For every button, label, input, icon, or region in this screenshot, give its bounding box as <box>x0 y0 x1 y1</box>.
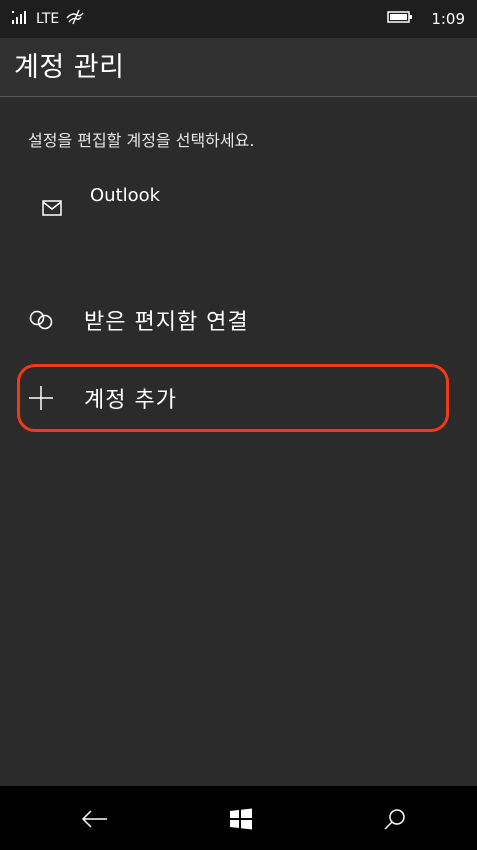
mail-icon <box>42 200 62 216</box>
link-inboxes-label: 받은 편지함 연결 <box>84 310 249 335</box>
start-button[interactable] <box>226 804 256 834</box>
back-icon <box>81 810 107 828</box>
instruction-text: 설정을 편집할 계정을 선택하세요. <box>28 131 255 150</box>
page-title: 계정 관리 <box>14 52 125 83</box>
add-account-button[interactable]: 계정 추가 <box>28 378 448 418</box>
search-icon <box>384 809 405 830</box>
windows-start-icon <box>230 808 252 830</box>
back-button[interactable] <box>80 804 110 834</box>
add-account-label: 계정 추가 <box>84 388 177 413</box>
screen: LTE 1:09 계정 관리 설정을 편집할 계정을 선택하세요. Outloo… <box>0 0 477 850</box>
link-inboxes-button[interactable]: 받은 편지함 연결 <box>28 300 448 340</box>
nav-bar <box>0 786 477 850</box>
wifi-calling-icon <box>65 9 85 29</box>
status-left: LTE <box>12 9 85 29</box>
signal-icon <box>12 9 30 29</box>
search-button[interactable] <box>380 804 410 834</box>
title-bar: 계정 관리 <box>0 38 477 97</box>
battery-icon <box>387 10 413 28</box>
network-type: LTE <box>36 11 60 27</box>
account-name: Outlook <box>90 185 161 206</box>
status-bar: LTE 1:09 <box>0 0 477 38</box>
status-right: 1:09 <box>387 10 465 28</box>
link-icon <box>28 307 54 333</box>
clock: 1:09 <box>431 10 465 28</box>
account-item-outlook[interactable]: Outlook <box>28 180 448 230</box>
content: 설정을 편집할 계정을 선택하세요. Outlook 받은 편지함 연결 계정 … <box>0 97 477 787</box>
plus-icon <box>28 385 54 411</box>
